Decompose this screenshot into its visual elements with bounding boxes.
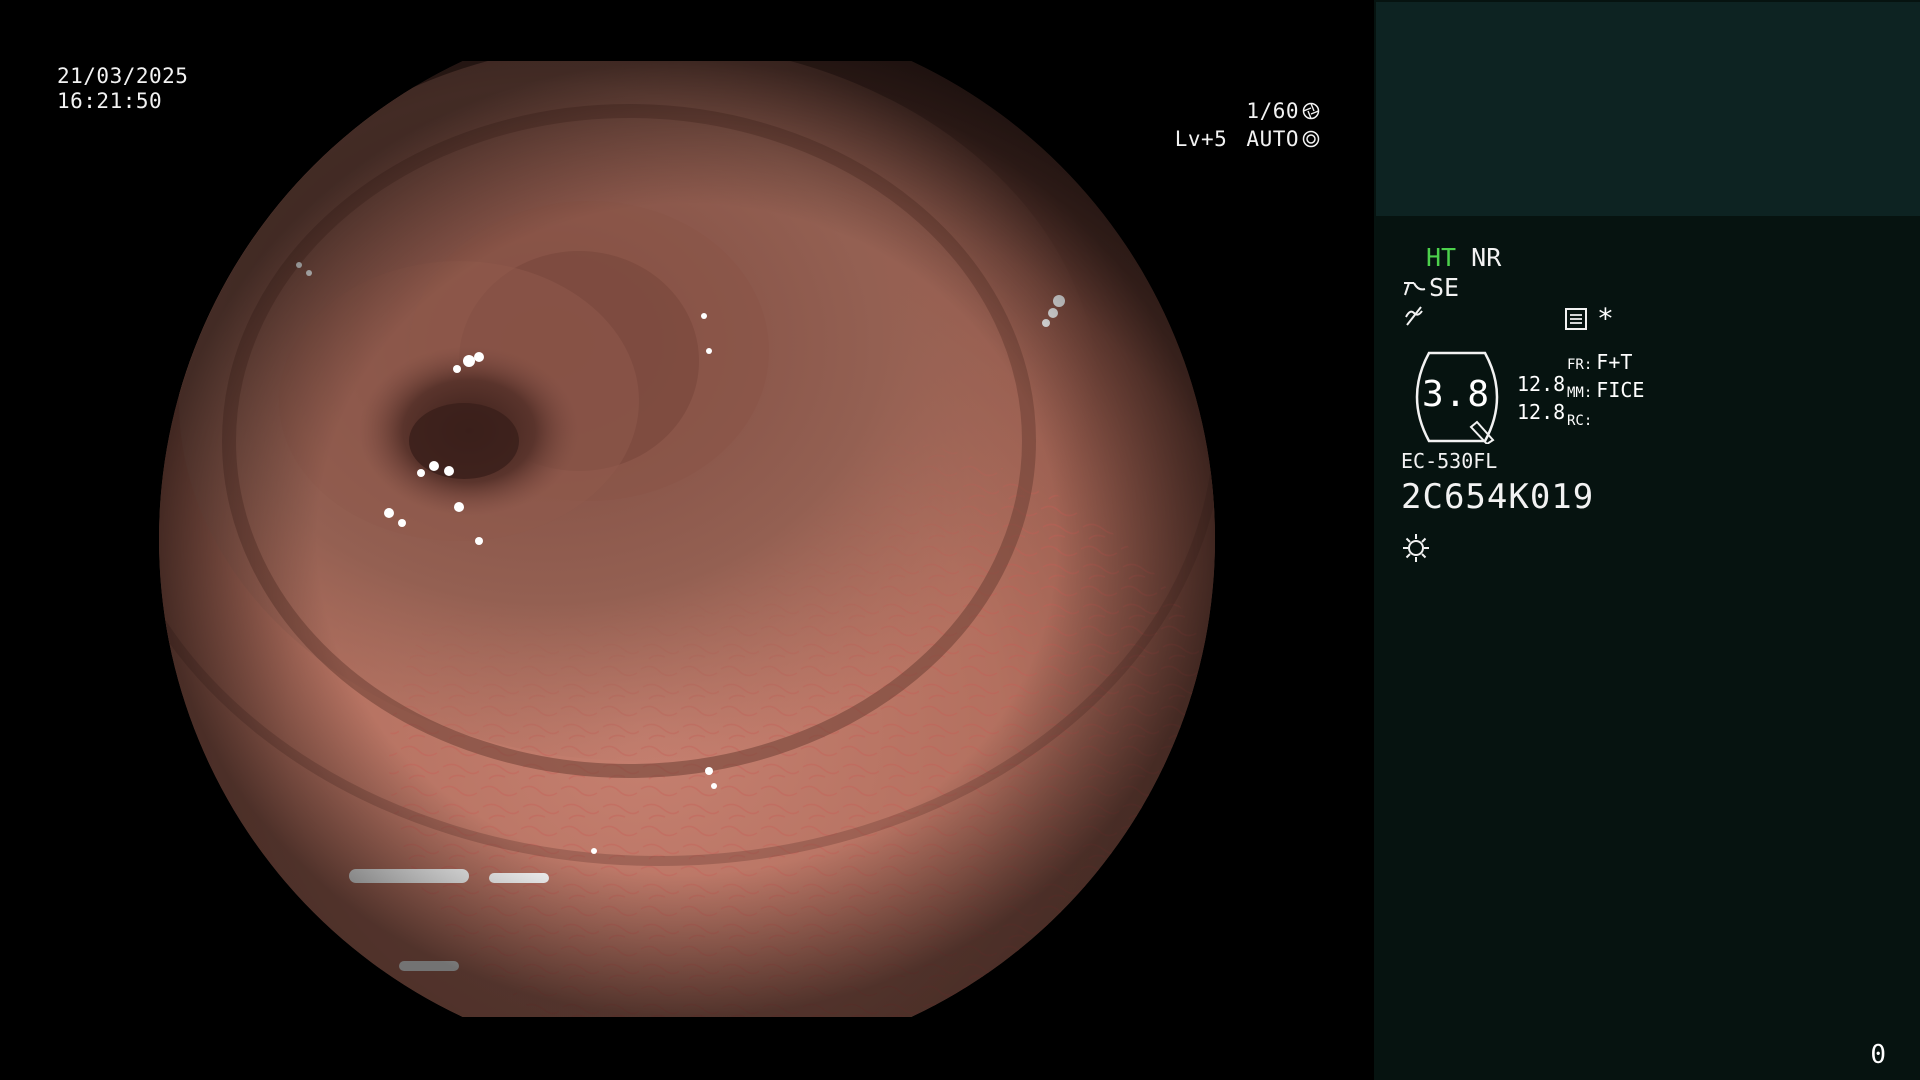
date-text: 21/03/2025 [57,64,189,88]
light-source-icon [1403,534,1429,562]
zoom-values: 12.8 12.8 [1517,370,1565,426]
endoscope-image [159,61,1215,1017]
mode-ht: HT [1426,243,1457,272]
structure-enhancement-row: SE [1401,273,1459,303]
thumbnail-area [1376,2,1920,216]
mm-value: FICE [1596,378,1645,402]
shutter-row: 1/60 [1170,97,1320,125]
image-settings: FR: F+T MM: FICE RC: [1567,350,1644,434]
fr-value: F+T [1596,350,1633,374]
endoscopy-monitor: 21/03/2025 16:21:50 1/60 Lv+5 AUTO HT NR… [0,0,1920,1080]
rc-row: RC: [1567,406,1644,434]
star-indicator: * [1597,302,1614,335]
video-area: 21/03/2025 16:21:50 1/60 Lv+5 AUTO [0,0,1374,1080]
mm-label: MM: [1567,385,1593,401]
time-text: 16:21:50 [57,89,163,113]
settings-list-icon [1565,308,1587,330]
zoom-value: 3.8 [1422,374,1491,415]
iris-icon [1302,130,1320,148]
mode-nr: NR [1471,243,1502,272]
colon-lumen-view [159,61,1215,1017]
scope-model: EC-530FL [1401,449,1498,473]
scope-serial: 2C654K019 [1401,477,1595,517]
color-enhancement-row [1401,303,1427,336]
mm-row: MM: FICE [1567,378,1644,406]
aperture-icon [1302,102,1320,120]
rc-label: RC: [1567,413,1593,429]
camera-settings: 1/60 Lv+5 AUTO [1170,97,1320,153]
frame-counter: 0 [1870,1040,1886,1070]
structure-enhancement-icon [1404,282,1426,296]
date-time: 21/03/2025 16:21:50 [57,64,188,114]
fr-row: FR: F+T [1567,350,1644,378]
zoom-value-top: 12.8 [1517,372,1566,396]
processing-modes: HT NR [1426,243,1501,273]
shutter-speed: 1/60 [1246,98,1299,123]
fr-label: FR: [1567,357,1593,373]
iris-mode: AUTO [1246,126,1299,151]
color-enhancement-icon [1405,306,1423,326]
brightness-level: Lv+5 [1174,126,1228,151]
se-label: SE [1429,273,1460,302]
zoom-value-bottom: 12.8 [1517,400,1566,424]
iris-row: Lv+5 AUTO [1170,125,1320,153]
